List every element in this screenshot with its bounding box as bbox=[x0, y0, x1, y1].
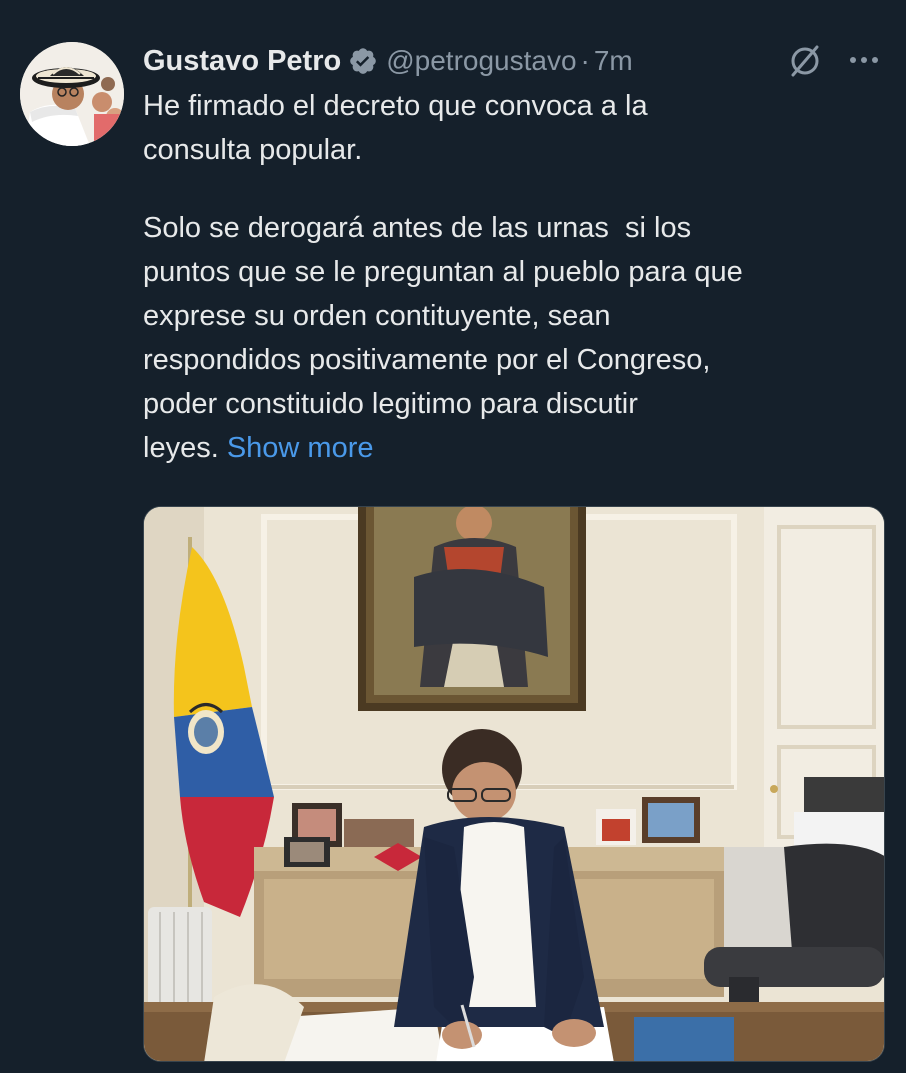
tweet-text-line: respondidos positivamente por el Congres… bbox=[143, 344, 711, 376]
tweet-text-line: leyes. bbox=[143, 432, 227, 464]
verified-badge-icon[interactable] bbox=[348, 46, 378, 76]
separator-dot: · bbox=[580, 45, 590, 76]
show-more-link[interactable]: Show more bbox=[227, 432, 374, 464]
author-avatar[interactable] bbox=[20, 42, 124, 146]
grok-icon[interactable] bbox=[786, 42, 824, 80]
tweet[interactable]: Gustavo Petro @petrogustavo · 7m He firm… bbox=[0, 0, 906, 1073]
tweet-photo[interactable] bbox=[143, 506, 885, 1062]
photo-image bbox=[144, 507, 884, 1061]
author-handle[interactable]: @petrogustavo bbox=[386, 45, 576, 77]
tweet-text-line: Solo se derogará antes de las urnas si l… bbox=[143, 212, 692, 244]
tweet-text-line: consulta popular. bbox=[143, 134, 363, 166]
tweet-header: Gustavo Petro @petrogustavo · 7m bbox=[143, 36, 633, 86]
tweet-text-line: He firmado el decreto que convoca a la bbox=[143, 90, 648, 122]
author-display-name[interactable]: Gustavo Petro bbox=[143, 45, 341, 78]
tweet-text-line: exprese su orden contituyente, sean bbox=[143, 300, 611, 332]
timestamp[interactable]: 7m bbox=[594, 45, 633, 77]
tweet-text-line: poder constituido legitimo para discutir bbox=[143, 388, 638, 420]
tweet-text-line: puntos que se le preguntan al pueblo par… bbox=[143, 256, 743, 288]
tweet-text-last-line: leyes. Show more bbox=[143, 426, 883, 470]
avatar-image bbox=[20, 42, 124, 146]
more-options-icon[interactable] bbox=[845, 48, 883, 72]
tweet-text: He firmado el decreto que convoca a la c… bbox=[143, 84, 883, 470]
